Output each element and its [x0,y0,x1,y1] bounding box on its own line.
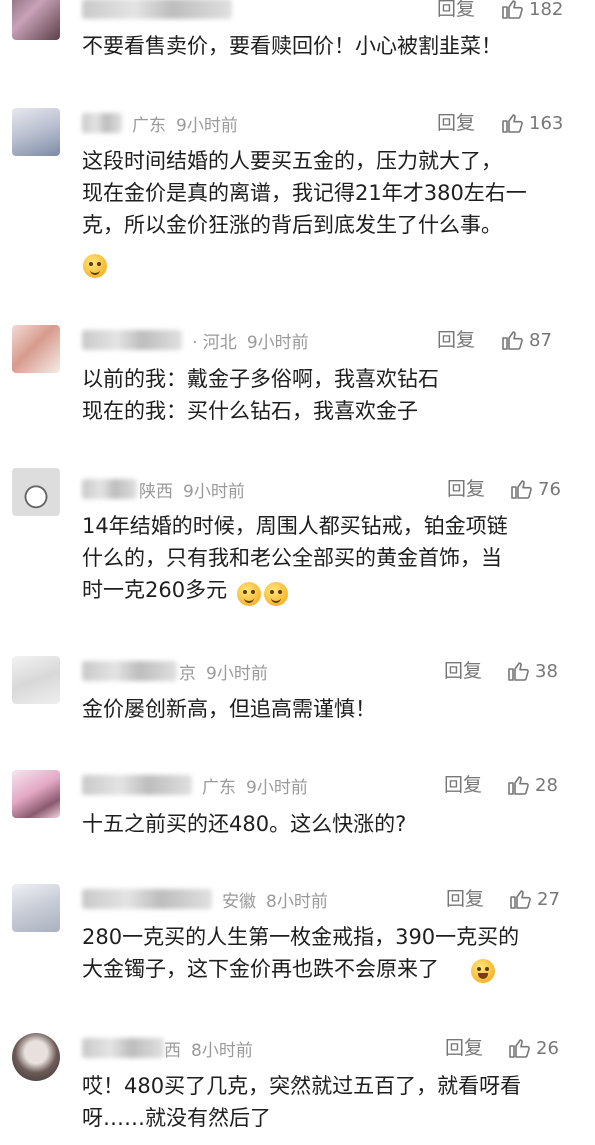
thumbs-up-icon [508,662,529,681]
like-count: 28 [535,774,558,796]
comment-text: 十五之前买的还480。这么快涨的? [82,812,407,836]
comment-location: 安徽 [222,891,256,912]
username-blurred[interactable] [82,330,182,350]
comment-location: 西 [164,1040,181,1061]
comment-text: 这段时间结婚的人要买五金的，压力就大了， 现在金价是真的离谱，我记得21年才38… [82,149,527,237]
avatar[interactable] [12,0,60,40]
like-button[interactable]: 182 [500,0,563,24]
thumbs-up-icon [510,890,531,909]
comment-time: 9小时前 [176,115,238,136]
username-blurred[interactable] [82,479,137,499]
like-button[interactable]: 163 [500,108,563,138]
thumbs-up-icon [508,776,529,795]
reply-button[interactable]: 回复 [445,1033,483,1063]
username-blurred[interactable] [82,661,177,681]
comment-time: 8小时前 [266,891,328,912]
avatar[interactable] [12,656,60,704]
grimace-emoji [237,582,261,606]
username-blurred[interactable] [82,0,232,19]
avatar[interactable] [12,468,60,516]
reply-button[interactable]: 回复 [437,108,475,138]
avatar[interactable] [12,325,60,373]
comment-text: 14年结婚的时候，周围人都买钻戒，铂金项链 什么的，只有我和老公全部买的黄金首饰… [82,514,508,602]
comment-time: 9小时前 [246,332,309,353]
comment-location: 京 [179,663,196,684]
like-button[interactable]: 76 [509,474,561,504]
comment-time: 9小时前 [246,777,308,798]
thumbs-up-icon [502,331,523,350]
thumbs-up-icon [502,0,523,19]
comment-time: 9小时前 [183,481,245,502]
like-button[interactable]: 27 [508,884,560,914]
comment-location: · 河北 [192,332,237,353]
avatar[interactable] [12,108,60,156]
like-count: 76 [538,478,561,500]
avatar[interactable] [12,770,60,818]
reply-button[interactable]: 回复 [444,770,482,800]
comment-location: 广东 [132,115,166,136]
thumbs-up-icon [502,114,523,133]
thumbs-up-icon [509,1039,530,1058]
comment-location: 广东 [202,777,236,798]
like-count: 182 [529,0,564,20]
reply-button[interactable]: 回复 [446,884,484,914]
avatar[interactable] [12,884,60,932]
thumbs-up-icon [511,480,532,499]
comment-time: 8小时前 [191,1040,253,1061]
like-button[interactable]: 28 [506,770,558,800]
laughing-emoji [471,959,495,983]
comment-text: 以前的我：戴金子多俗啊，我喜欢钻石 现在的我：买什么钻石，我喜欢金子 [82,367,439,423]
like-count: 163 [529,112,564,134]
comment-location: 陕西 [139,481,173,502]
like-button[interactable]: 87 [500,325,552,355]
username-blurred[interactable] [82,775,192,795]
comment-time: 9小时前 [206,663,268,684]
like-count: 27 [537,888,560,910]
comment-text: 不要看售卖价，要看赎回价！小心被割韭菜！ [82,34,502,58]
comment-text: 哎！480买了几克，突然就过五百了，就看呀看 呀……就没有然后了 [82,1074,522,1130]
thinking-emoji [83,254,107,278]
reply-button[interactable]: 回复 [437,0,475,24]
like-button[interactable]: 26 [507,1033,559,1063]
grimace-emoji [264,582,288,606]
like-count: 87 [529,329,552,351]
username-blurred[interactable] [82,889,212,909]
username-blurred[interactable] [82,1038,164,1058]
username-blurred[interactable] [82,113,122,133]
like-count: 38 [535,660,558,682]
reply-button[interactable]: 回复 [437,325,475,355]
like-button[interactable]: 38 [506,656,558,686]
comment-text: 280一克买的人生第一枚金戒指，390一克买的 大金镯子，这下金价再也跌不会原来… [82,925,520,981]
like-count: 26 [536,1037,559,1059]
reply-button[interactable]: 回复 [444,656,482,686]
reply-button[interactable]: 回复 [447,474,485,504]
avatar[interactable] [12,1033,60,1081]
comment-text: 金价屡创新高，但追高需谨慎！ [82,697,376,721]
